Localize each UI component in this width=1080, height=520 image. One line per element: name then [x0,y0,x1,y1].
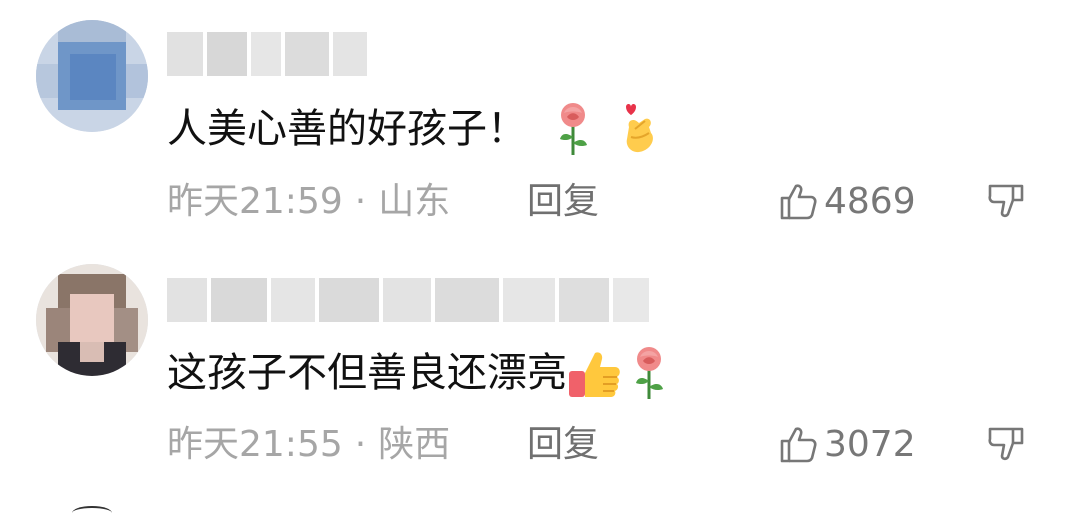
rose-emoji [636,347,663,399]
avatar[interactable] [72,506,112,520]
comment-body: 这孩子不但善良还漂亮 [167,350,567,396]
thumbs-up-icon [780,184,817,220]
avatar[interactable] [36,264,148,376]
username-redacted[interactable] [167,32,367,76]
comment-location: 山东 [378,181,451,222]
comment-meta: 昨天21:55 · 陕西 [167,423,450,467]
comment-time: 昨天21:55 [167,424,343,465]
comment-location: 陕西 [378,424,451,465]
like-count: 4869 [824,181,916,222]
like-button[interactable]: 4869 [778,180,916,224]
comment-text: 这孩子不但善良还漂亮 [167,345,671,401]
dislike-button[interactable] [986,180,1030,224]
thumbs-up-icon [780,427,817,463]
comment-body: 人美心善的好孩子！ [167,106,527,152]
thumbs-down-icon [988,427,1024,461]
dislike-button[interactable] [986,423,1030,467]
reply-button[interactable]: 回复 [527,180,599,224]
username-redacted[interactable] [167,278,649,322]
like-count: 3072 [824,424,916,465]
comment-item: 人美心善的好孩子！ 昨天21:59 · 山东 回复 4869 [0,0,1080,250]
finger-heart-emoji [626,104,653,153]
comment-item: 这孩子不但善良还漂亮 昨天21:55 · 陕西 回复 3072 [0,250,1080,512]
avatar[interactable] [36,20,148,132]
reply-button[interactable]: 回复 [527,423,599,467]
meta-separator: · [354,181,367,222]
thumbs-up-emoji [569,352,620,397]
comment-time: 昨天21:59 [167,181,343,222]
meta-separator: · [354,424,367,465]
comment-text: 人美心善的好孩子！ [167,101,661,157]
rose-emoji [560,103,587,155]
comment-meta: 昨天21:59 · 山东 [167,180,450,224]
thumbs-down-icon [988,184,1024,218]
like-button[interactable]: 3072 [778,423,916,467]
